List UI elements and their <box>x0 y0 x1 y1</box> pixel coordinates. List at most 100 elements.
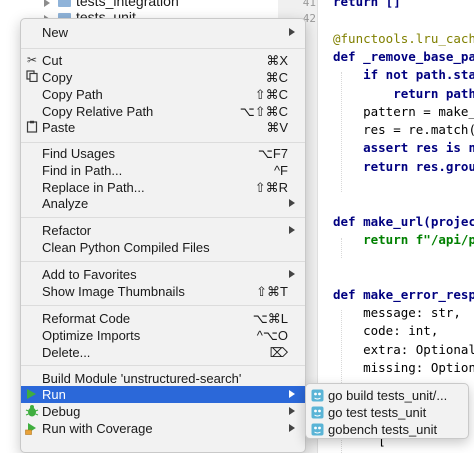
submenu-item-label: gobench tests_unit <box>328 422 438 437</box>
menu-item-shortcut: ⇧⌘C <box>254 87 288 102</box>
code-line: return path <box>333 85 474 101</box>
menu-item-label: New <box>42 25 69 40</box>
menu-item-add-favorites[interactable]: Add to Favorites <box>21 266 305 283</box>
menu-item-new[interactable]: New <box>21 24 305 41</box>
folder-icon <box>58 0 71 7</box>
menu-item-label: Debug <box>42 404 81 419</box>
menu-item-label: Delete... <box>42 345 91 360</box>
line-number: 41 <box>302 0 316 9</box>
menu-item-debug[interactable]: Debug <box>21 403 305 420</box>
menu-item-optimize-imports[interactable]: Optimize Imports ^⌥O <box>21 327 305 344</box>
menu-item-label: Find Usages <box>42 146 115 161</box>
menu-item-label: Analyze <box>42 196 89 211</box>
menu-item-find-usages[interactable]: Find Usages ⌥F7 <box>21 145 305 162</box>
menu-item-replace-in-path[interactable]: Replace in Path... ⇧⌘R <box>21 179 305 196</box>
menu-item-run[interactable]: Run <box>21 386 305 403</box>
code-line: res = re.match(pa <box>363 122 474 138</box>
menu-item-label: Clean Python Compiled Files <box>42 240 210 255</box>
submenu-arrow-icon <box>289 199 295 207</box>
code-line: return f"/api/pl <box>333 231 474 247</box>
menu-item-copy-relative-path[interactable]: Copy Relative Path ⌥⇧⌘C <box>21 103 305 120</box>
menu-item-cut[interactable]: ✂ Cut ⌘X <box>21 52 305 69</box>
menu-item-label: Find in Path... <box>42 163 123 178</box>
submenu-item-go-test[interactable]: go test tests_unit <box>306 404 468 421</box>
menu-item-shortcut: ^⌥O <box>256 328 288 343</box>
menu-item-build-module[interactable]: Build Module 'unstructured-search' <box>21 370 305 387</box>
code-line: def _remove_base_path <box>333 48 474 64</box>
menu-item-shortcut: ⌥⇧⌘C <box>239 104 288 119</box>
menu-item-label: Copy Path <box>42 87 103 102</box>
code-line: extra: Optional[ <box>333 341 474 357</box>
menu-item-copy[interactable]: Copy ⌘C <box>21 69 305 86</box>
submenu-arrow-icon <box>289 226 295 234</box>
menu-item-shortcut: ⌥⌘L <box>252 311 288 326</box>
menu-separator <box>21 48 305 49</box>
go-run-config-icon <box>311 406 324 419</box>
menu-separator <box>21 365 305 366</box>
scissors-icon: ✂ <box>26 53 38 67</box>
menu-item-run-coverage[interactable]: Run with Coverage <box>21 420 305 437</box>
code-line: if not path.start <box>363 67 474 83</box>
code-line: missing: Optiona <box>333 360 474 375</box>
menu-separator <box>21 261 305 262</box>
run-submenu: go build tests_unit/... go test tests_un… <box>305 383 469 439</box>
submenu-item-label: go test tests_unit <box>328 405 427 420</box>
menu-item-label: Build Module 'unstructured-search' <box>42 371 242 386</box>
menu-item-shortcut: ⌦ <box>269 345 288 360</box>
menu-item-label: Refactor <box>42 223 92 238</box>
menu-item-shortcut: ⌘X <box>266 53 288 68</box>
code-line: message: str, <box>333 305 461 321</box>
go-run-config-icon <box>311 423 324 436</box>
menu-separator <box>21 217 305 218</box>
menu-item-label: Run with Coverage <box>42 421 153 436</box>
menu-item-shortcut: ⇧⌘T <box>256 284 288 299</box>
code-line: code: int, <box>333 323 439 339</box>
run-icon <box>27 389 36 399</box>
menu-item-refactor[interactable]: Refactor <box>21 222 305 239</box>
code-line: return [] <box>333 0 401 9</box>
expand-arrow-icon[interactable] <box>44 0 50 7</box>
menu-item-label: Copy <box>42 70 73 85</box>
submenu-arrow-icon <box>289 424 295 432</box>
go-run-config-icon <box>311 389 324 402</box>
coverage-icon <box>25 421 39 435</box>
menu-item-label: Add to Favorites <box>42 267 137 282</box>
code-line: assert res is not <box>363 140 474 156</box>
menu-item-label: Replace in Path... <box>42 180 145 195</box>
submenu-arrow-icon <box>289 407 295 415</box>
menu-item-shortcut: ⌘V <box>266 120 288 135</box>
menu-item-label: Run <box>42 387 66 402</box>
menu-item-label: Reformat Code <box>42 311 131 326</box>
menu-item-show-thumbnails[interactable]: Show Image Thumbnails ⇧⌘T <box>21 283 305 300</box>
clipboard-icon <box>25 120 39 134</box>
menu-item-paste[interactable]: Paste ⌘V <box>21 119 305 136</box>
menu-item-delete[interactable]: Delete... ⌦ <box>21 344 305 361</box>
menu-item-shortcut: ^F <box>273 163 288 178</box>
menu-item-label: Cut <box>42 53 63 68</box>
code-line: return res.group( <box>363 158 474 174</box>
menu-item-label: Optimize Imports <box>42 328 141 343</box>
debug-bug-icon <box>25 404 39 418</box>
code-line: @functools.lru_cache <box>333 30 474 46</box>
menu-item-label: Paste <box>42 120 76 135</box>
submenu-arrow-icon <box>289 28 295 36</box>
menu-item-reformat-code[interactable]: Reformat Code ⌥⌘L <box>21 310 305 327</box>
submenu-item-go-build[interactable]: go build tests_unit/... <box>306 387 468 404</box>
menu-item-find-in-path[interactable]: Find in Path... ^F <box>21 162 305 179</box>
menu-item-analyze[interactable]: Analyze <box>21 195 305 212</box>
code-line: pattern = make_ur <box>363 103 474 119</box>
menu-item-shortcut: ⇧⌘R <box>254 180 288 195</box>
menu-item-label: Copy Relative Path <box>42 104 154 119</box>
menu-item-copy-path[interactable]: Copy Path ⇧⌘C <box>21 86 305 103</box>
context-menu: New ✂ Cut ⌘X Copy ⌘C Copy Path ⇧⌘C Copy … <box>20 18 306 453</box>
menu-separator <box>21 142 305 143</box>
submenu-arrow-icon <box>289 270 295 278</box>
submenu-arrow-icon <box>289 390 295 398</box>
submenu-item-gobench[interactable]: gobench tests_unit <box>306 421 468 438</box>
copy-icon <box>25 70 39 84</box>
menu-item-clean-compiled[interactable]: Clean Python Compiled Files <box>21 239 305 256</box>
code-line: def make_url(project <box>333 213 474 229</box>
menu-item-label: Show Image Thumbnails <box>42 284 185 299</box>
menu-separator <box>21 305 305 306</box>
submenu-item-label: go build tests_unit/... <box>328 388 448 403</box>
